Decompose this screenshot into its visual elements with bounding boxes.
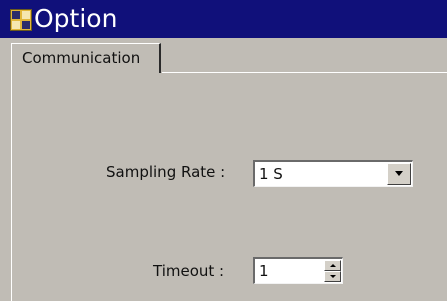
- sampling-rate-label: Sampling Rate :: [106, 163, 226, 181]
- spin-down-icon: [330, 275, 336, 278]
- sampling-rate-dropdown[interactable]: 1 S: [253, 160, 413, 187]
- timeout-increment-button[interactable]: [324, 260, 341, 271]
- window-title: Option: [34, 4, 118, 33]
- timeout-spinner[interactable]: 1: [253, 257, 343, 284]
- chevron-down-icon: [395, 171, 403, 176]
- timeout-label: Timeout :: [153, 262, 225, 280]
- spin-up-icon: [330, 264, 336, 267]
- sampling-rate-dropdown-button[interactable]: [387, 163, 411, 185]
- tab-communication[interactable]: Communication: [11, 43, 161, 73]
- panel-edge: [11, 73, 12, 301]
- timeout-value: 1: [259, 262, 269, 280]
- app-logo-icon: [10, 9, 32, 31]
- timeout-decrement-button[interactable]: [324, 271, 341, 282]
- tab-communication-label: Communication: [22, 49, 141, 67]
- option-window: Option Communication Sampling Rate : 1 S…: [0, 0, 447, 301]
- tab-strip-divider: [162, 72, 447, 73]
- sampling-rate-value: 1 S: [259, 165, 283, 183]
- title-bar: Option: [0, 0, 447, 38]
